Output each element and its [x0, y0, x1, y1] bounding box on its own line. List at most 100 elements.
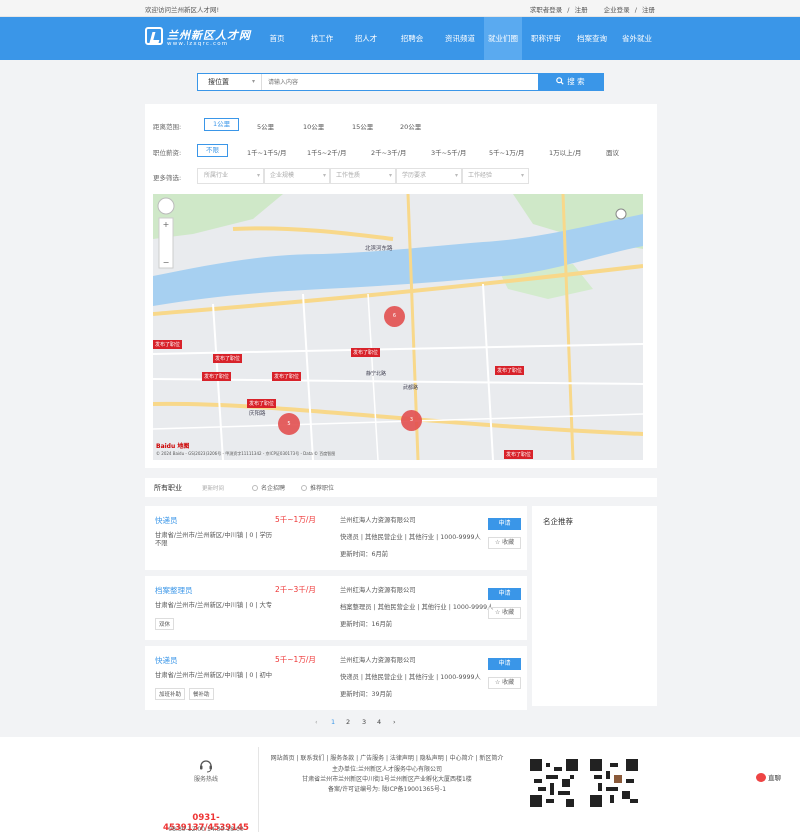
- chevron-down-icon: ▾: [520, 172, 524, 179]
- nav-outside-employment[interactable]: 省外就业: [615, 17, 659, 60]
- map-canvas[interactable]: + −: [153, 194, 643, 460]
- nav-find-talent[interactable]: 招人才: [346, 17, 386, 60]
- education-dropdown[interactable]: 学历要求 ▾: [395, 168, 463, 184]
- svg-text:−: −: [163, 258, 170, 267]
- job-title[interactable]: 档案整理员: [155, 585, 193, 596]
- footer-icp[interactable]: 备案/许可证编号为: 陇ICP备19001365号-1: [262, 785, 512, 794]
- footer: 服务热线 0931-4539137/4539145 08:30-12:00 14…: [0, 737, 800, 835]
- salary-option-2[interactable]: 1千5~2千/月: [307, 147, 347, 157]
- chevron-down-icon: ▾: [322, 172, 326, 179]
- job-card: 快递员 5千~1万/月 甘肃省/兰州市/兰州新区/中川镇 | 0 | 初中 加班…: [145, 646, 527, 710]
- favorite-button[interactable]: ☆ 收藏: [488, 607, 521, 619]
- map-job-marker[interactable]: 发布了职位: [153, 340, 183, 349]
- industry-dropdown[interactable]: 所属行业 ▾: [197, 168, 265, 184]
- main-nav: 兰州新区人才网 www.lzxqrc.com 首页 找工作 招人才 招聘会 资讯…: [0, 17, 800, 60]
- map-cluster[interactable]: 6: [384, 306, 405, 327]
- search-input[interactable]: [268, 76, 528, 88]
- job-salary: 2千~3千/月: [275, 585, 316, 594]
- company-desc: 快递员 | 其他民营企业 | 其他行业 | 1000-9999人: [340, 674, 481, 681]
- company-register-link[interactable]: 注册: [642, 6, 655, 14]
- apply-button[interactable]: 申请: [488, 658, 521, 670]
- nav-news[interactable]: 资讯频道: [436, 17, 484, 60]
- hotline-label: 服务热线: [193, 776, 218, 783]
- footer-links[interactable]: 网站首页 | 联系我们 | 服务条款 | 广告服务 | 法律声明 | 隐私声明 …: [262, 754, 512, 763]
- distance-option-5km[interactable]: 5公里: [257, 121, 274, 131]
- job-nature-dropdown[interactable]: 工作性质 ▾: [329, 168, 397, 184]
- company-name[interactable]: 兰州红海人力资源有限公司: [340, 585, 416, 594]
- salary-option-3[interactable]: 2千~3千/月: [371, 147, 406, 157]
- map-cluster[interactable]: 3: [401, 410, 422, 431]
- salary-option-1[interactable]: 1千~1千5/月: [247, 147, 287, 157]
- salary-option-any[interactable]: 不限: [197, 144, 228, 157]
- distance-option-1km[interactable]: 1公里: [204, 118, 240, 131]
- filter-panel: 距离范围: 1公里 5公里 10公里 15公里 20公里 职位薪资: 不限 1千…: [145, 104, 657, 468]
- job-map[interactable]: + − 北滨河东路 庆阳路 静宁北路 武都路 发布了职位 发布了职位 发布了职位…: [153, 194, 643, 460]
- sort-bar: 所有职业 更新时间 名企招聘 推荐职位: [145, 478, 657, 497]
- nav-find-job[interactable]: 找工作: [302, 17, 342, 60]
- map-job-marker[interactable]: 发布了职位: [504, 450, 534, 459]
- chat-button[interactable]: 直聊: [756, 772, 781, 782]
- search-type-select[interactable]: 搜位置 ▾: [198, 74, 262, 90]
- salary-option-6[interactable]: 1万以上/月: [549, 147, 581, 157]
- radio-icon: [252, 485, 258, 491]
- search-button[interactable]: 搜 索: [538, 74, 603, 90]
- distance-option-15km[interactable]: 15公里: [352, 121, 373, 131]
- job-card: 档案整理员 2千~3千/月 甘肃省/兰州市/兰州新区/中川镇 | 0 | 大专 …: [145, 576, 527, 640]
- headset-icon: [200, 760, 212, 773]
- company-name[interactable]: 兰州红海人力资源有限公司: [340, 515, 416, 524]
- salary-option-negotiable[interactable]: 面议: [606, 147, 619, 157]
- recommend-checkbox[interactable]: 推荐职位: [301, 483, 334, 492]
- search-type-value: 搜位置: [208, 78, 229, 86]
- seeker-login-link[interactable]: 求职者登录: [530, 6, 563, 14]
- favorite-button[interactable]: ☆ 收藏: [488, 677, 521, 689]
- job-updated: 更新时间：16月前: [340, 621, 393, 628]
- map-job-marker[interactable]: 发布了职位: [351, 348, 381, 357]
- distance-option-20km[interactable]: 20公里: [400, 121, 421, 131]
- map-job-marker[interactable]: 发布了职位: [272, 372, 302, 381]
- chat-icon: [756, 773, 766, 782]
- seeker-register-link[interactable]: 注册: [575, 6, 588, 14]
- sort-by-updated[interactable]: 更新时间: [202, 484, 224, 492]
- map-road-label: 北滨河东路: [365, 246, 393, 252]
- map-road-label: 武都路: [403, 385, 419, 391]
- apply-button[interactable]: 申请: [488, 588, 521, 600]
- job-title[interactable]: 快递员: [155, 655, 178, 666]
- salary-filter: 职位薪资: 不限 1千~1千5/月 1千5~2千/月 2千~3千/月 3千~5千…: [153, 144, 649, 158]
- salary-option-5[interactable]: 5千~1万/月: [489, 147, 524, 157]
- sidebar-title: 名企推荐: [543, 517, 573, 526]
- nav-home[interactable]: 首页: [258, 17, 296, 60]
- apply-button[interactable]: 申请: [488, 518, 521, 530]
- page-4[interactable]: 4: [377, 718, 381, 726]
- nav-employment-circle[interactable]: 就业们圈: [484, 17, 522, 60]
- nav-title-review[interactable]: 职称评审: [524, 17, 568, 60]
- company-size-dropdown[interactable]: 企业规模 ▾: [263, 168, 331, 184]
- page-1[interactable]: 1: [331, 718, 335, 726]
- site-logo[interactable]: 兰州新区人才网 www.lzxqrc.com: [145, 27, 257, 51]
- famous-company-checkbox[interactable]: 名企招聘: [252, 483, 285, 492]
- company-name[interactable]: 兰州红海人力资源有限公司: [340, 655, 416, 664]
- job-tag: 加班补助: [155, 688, 186, 700]
- job-info: 甘肃省/兰州市/兰州新区/中川镇 | 0 | 学历不限: [155, 532, 273, 547]
- map-job-marker[interactable]: 发布了职位: [247, 399, 277, 408]
- job-title[interactable]: 快递员: [155, 515, 178, 526]
- experience-dropdown-value: 工作经验: [468, 172, 493, 179]
- experience-dropdown[interactable]: 工作经验 ▾: [461, 168, 529, 184]
- job-tag: 餐补助: [189, 688, 214, 700]
- page-2[interactable]: 2: [346, 718, 350, 726]
- company-login-link[interactable]: 企业登录: [604, 6, 630, 14]
- page-3[interactable]: 3: [362, 718, 366, 726]
- map-job-marker[interactable]: 发布了职位: [495, 366, 525, 375]
- salary-option-4[interactable]: 3千~5千/月: [431, 147, 466, 157]
- map-copyright: © 2024 Baidu - GS(2023)3206号 - 甲测资字11111…: [156, 451, 336, 456]
- nav-job-fair[interactable]: 招聘会: [392, 17, 432, 60]
- map-job-marker[interactable]: 发布了职位: [213, 354, 243, 363]
- map-job-marker[interactable]: 发布了职位: [202, 372, 232, 381]
- nav-archive-query[interactable]: 档案查询: [570, 17, 614, 60]
- prev-page-button[interactable]: ‹: [315, 718, 318, 726]
- next-page-button[interactable]: ›: [393, 718, 396, 726]
- job-tag: 双休: [155, 618, 175, 630]
- distance-option-10km[interactable]: 10公里: [303, 121, 324, 131]
- all-jobs-label: 所有职业: [154, 484, 182, 492]
- favorite-button[interactable]: ☆ 收藏: [488, 537, 521, 549]
- map-cluster[interactable]: 5: [278, 413, 300, 435]
